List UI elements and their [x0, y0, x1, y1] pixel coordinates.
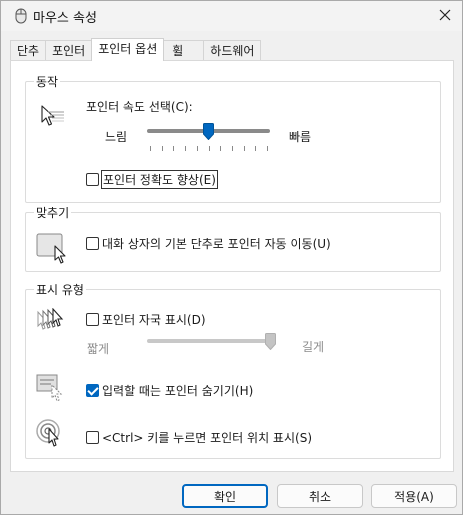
- motion-group-label: 동작: [34, 73, 61, 90]
- snap-to-default-box[interactable]: [86, 237, 99, 250]
- trails-short-label: 짧게: [87, 342, 110, 356]
- tab-buttons[interactable]: 단추: [10, 40, 47, 61]
- slider-tick: [150, 146, 151, 151]
- close-icon: [439, 9, 451, 21]
- hide-while-typing-label: 입력할 때는 포인터 숨기기(H): [102, 384, 254, 398]
- trails-long-label: 길게: [302, 340, 325, 354]
- pointer-speed-ticks: [150, 146, 268, 151]
- snap-to-default-checkbox[interactable]: 대화 상자의 기본 단추로 포인터 자동 이동(U): [86, 235, 331, 252]
- hide-pointer-icon: [36, 374, 63, 402]
- show-location-icon: [36, 419, 60, 447]
- hide-while-typing-box[interactable]: [86, 384, 99, 397]
- tab-pointers[interactable]: 포인터: [45, 40, 93, 61]
- visibility-group: 표시 유형 포인터 자국 표시(D) 짧게 길게 입력할 때는 포인터 숨기기(…: [25, 281, 441, 459]
- slider-tick: [243, 146, 245, 151]
- motion-group: 동작 포인터 속도 선택(C): 느림 빠름 포인터 정확도 향상(E): [25, 73, 441, 203]
- trails-length-slider[interactable]: [147, 339, 270, 343]
- pointer-trails-box[interactable]: [86, 313, 99, 326]
- title-bar: 마우스 속성: [1, 1, 462, 31]
- snap-to-group: 맞추기 대화 상자의 기본 단추로 포인터 자동 이동(U): [25, 204, 441, 272]
- tab-hardware[interactable]: 하드웨어: [203, 40, 262, 61]
- close-button[interactable]: [434, 5, 456, 25]
- trails-length-ticks: [150, 356, 267, 361]
- slider-tick: [220, 146, 222, 151]
- visibility-group-label: 표시 유형: [34, 281, 86, 298]
- slider-tick: [255, 146, 257, 151]
- slider-tick: [185, 146, 187, 151]
- tab-wheel[interactable]: 휠: [163, 40, 205, 61]
- show-location-ctrl-label: <Ctrl> 키를 누르면 포인터 위치 표시(S): [102, 431, 312, 445]
- tab-pointer-options[interactable]: 포인터 옵션: [91, 38, 165, 61]
- hide-while-typing-checkbox[interactable]: 입력할 때는 포인터 숨기기(H): [86, 382, 253, 399]
- ok-button[interactable]: 확인: [182, 484, 268, 508]
- enhance-precision-box[interactable]: [86, 173, 99, 186]
- slider-tick: [173, 146, 175, 151]
- snap-to-icon: [36, 233, 66, 264]
- enhance-precision-label: 포인터 정확도 향상(E): [101, 170, 218, 189]
- pointer-trails-label: 포인터 자국 표시(D): [102, 313, 206, 327]
- snap-group-label: 맞추기: [34, 204, 72, 221]
- tab-strip: 단추 포인터 포인터 옵션 휠 하드웨어: [10, 38, 262, 61]
- pointer-speed-icon: [41, 105, 64, 126]
- pointer-trails-icon: [37, 308, 64, 330]
- window-title: 마우스 속성: [33, 11, 97, 26]
- mouse-app-icon: [15, 8, 27, 24]
- slider-tick: [208, 146, 210, 151]
- pointer-trails-checkbox[interactable]: 포인터 자국 표시(D): [86, 311, 206, 328]
- show-location-ctrl-checkbox[interactable]: <Ctrl> 키를 누르면 포인터 위치 표시(S): [86, 429, 312, 446]
- trails-length-thumb[interactable]: [264, 333, 276, 350]
- speed-slow-label: 느림: [105, 130, 128, 144]
- slider-tick: [267, 146, 268, 151]
- apply-button[interactable]: 적용(A): [371, 484, 457, 508]
- show-location-ctrl-box[interactable]: [86, 431, 99, 444]
- pointer-options-panel: 동작 포인터 속도 선택(C): 느림 빠름 포인터 정확도 향상(E) 맞추기…: [10, 60, 454, 472]
- mouse-properties-window: 마우스 속성 단추 포인터 포인터 옵션 휠 하드웨어 동작 포인터 속도 선택…: [0, 0, 463, 515]
- cancel-button[interactable]: 취소: [277, 484, 363, 508]
- slider-tick: [196, 146, 198, 151]
- snap-to-default-label: 대화 상자의 기본 단추로 포인터 자동 이동(U): [102, 237, 331, 251]
- enhance-precision-checkbox[interactable]: 포인터 정확도 향상(E): [86, 170, 218, 189]
- speed-label: 포인터 속도 선택(C):: [86, 100, 193, 114]
- speed-fast-label: 빠름: [289, 130, 312, 144]
- slider-tick: [231, 146, 233, 151]
- slider-tick: [161, 146, 163, 151]
- pointer-speed-thumb[interactable]: [203, 123, 214, 140]
